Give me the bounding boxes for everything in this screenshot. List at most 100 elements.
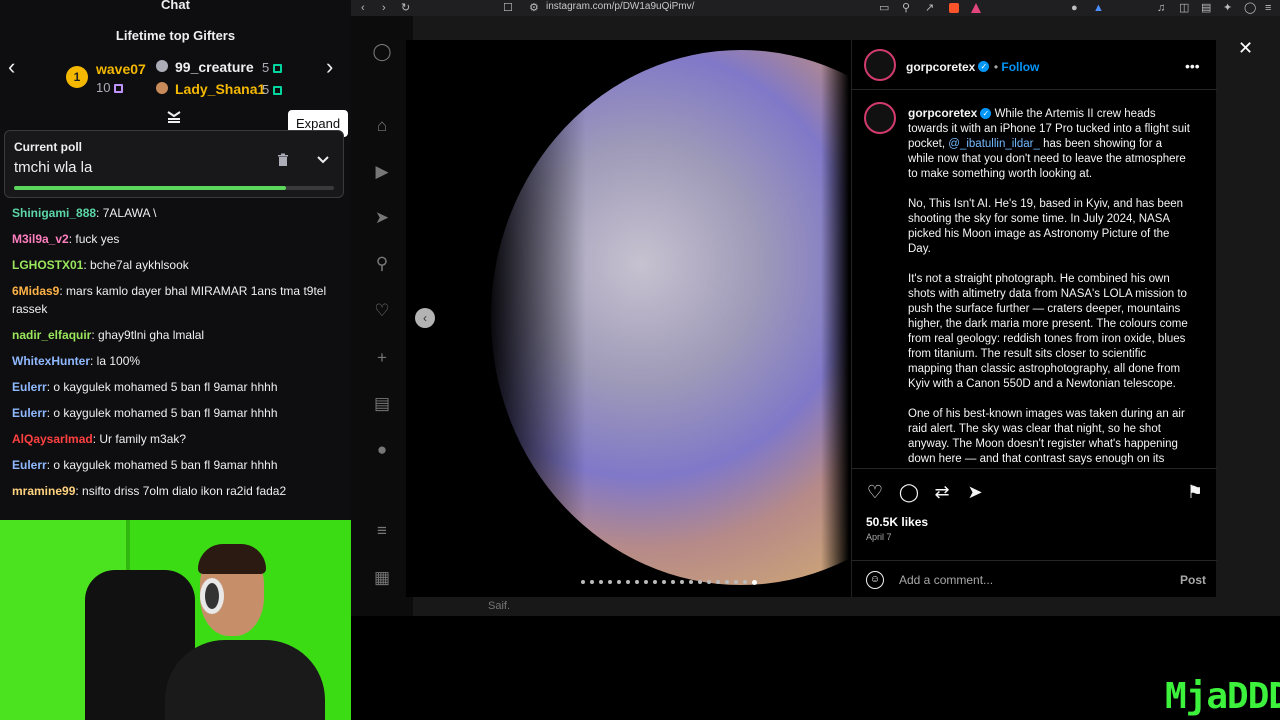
bookmark-icon[interactable]: ☐ — [503, 2, 513, 14]
rank3-medal-icon — [156, 82, 168, 94]
chat-message: LGHOSTX01: bche7al aykhlsook — [0, 252, 351, 278]
sidebar-icon[interactable]: ◫ — [1179, 2, 1189, 14]
comment-bar: ☺ Add a comment... Post — [852, 560, 1217, 597]
chat-username[interactable]: nadir_elfaquir — [12, 328, 91, 342]
close-icon[interactable]: ✕ — [1238, 38, 1253, 59]
extension-icon[interactable]: ▲ — [1093, 2, 1104, 14]
carousel-dot — [725, 580, 729, 584]
follow-button[interactable]: Follow — [1001, 60, 1039, 74]
forward-icon[interactable]: › — [382, 2, 386, 14]
carousel-dot — [653, 580, 657, 584]
search-icon[interactable]: ⚲ — [372, 254, 392, 274]
carousel-dot — [626, 580, 630, 584]
chat-username[interactable]: Eulerr — [12, 406, 47, 420]
prev-arrow-icon[interactable]: ‹ — [8, 56, 15, 78]
next-arrow-icon[interactable]: › — [326, 56, 333, 78]
chat-username[interactable]: mramine99 — [12, 484, 75, 498]
gifter-count: 10 — [96, 80, 124, 95]
instagram-page: ◯ ⌂ ▶ ➤ ⚲ ♡ + ▤ ● ≡ ▦ Saif. ‹ gorpcorete… — [351, 16, 1280, 616]
post-author: gorpcoretex ✓ • Follow — [906, 60, 1040, 74]
address-bar[interactable]: instagram.com/p/DW1a9uQiPmv/ — [546, 1, 694, 12]
messages-icon[interactable]: ➤ — [372, 208, 392, 228]
home-icon[interactable]: ⌂ — [372, 116, 392, 136]
chat-username[interactable]: Shinigami_888 — [12, 206, 96, 220]
caption-paragraph: No, This Isn't AI. He's 19, based in Kyi… — [908, 198, 1184, 255]
trash-icon[interactable] — [276, 153, 290, 167]
post-header: gorpcoretex ✓ • Follow ••• — [852, 40, 1217, 90]
chat-username[interactable]: WhitexHunter — [12, 354, 90, 368]
share-icon[interactable]: ↗ — [925, 2, 934, 14]
more-menu-icon[interactable]: ≡ — [372, 521, 392, 541]
collapse-icon[interactable] — [166, 110, 182, 124]
username[interactable]: gorpcoretex — [906, 60, 975, 74]
create-icon[interactable]: + — [372, 348, 392, 368]
reload-icon[interactable]: ↻ — [401, 2, 410, 14]
gifter-name[interactable]: Lady_Shana1 — [175, 81, 265, 97]
carousel-dot — [707, 580, 711, 584]
zoom-icon[interactable]: ⚲ — [902, 2, 910, 14]
more-options-icon[interactable]: ••• — [1185, 58, 1200, 74]
post-modal: ‹ gorpcoretex ✓ • Follow ••• gorpcoretex ✓… — [406, 40, 1217, 597]
gifter-name[interactable]: wave07 — [96, 61, 146, 77]
share-icon[interactable]: ➤ — [964, 481, 986, 503]
poll-question: tmchi wla la — [14, 159, 93, 176]
chat-username[interactable]: Eulerr — [12, 458, 47, 472]
leo-icon[interactable]: ✦ — [1223, 2, 1232, 14]
headphones — [200, 578, 224, 614]
gifter-name[interactable]: 99_creature — [175, 59, 254, 75]
chevron-down-icon[interactable] — [315, 153, 331, 167]
vpn-icon[interactable]: ◯ — [1244, 2, 1256, 14]
caption-username[interactable]: gorpcoretex — [908, 106, 977, 120]
dashboard-icon[interactable]: ▤ — [372, 394, 392, 414]
comment-input[interactable]: Add a comment... — [899, 573, 993, 587]
comment-icon[interactable]: ◯ — [898, 481, 920, 503]
carousel-dot — [734, 580, 738, 584]
chat-username[interactable]: AlQaysarImad — [12, 432, 93, 446]
poll-label: Current poll — [14, 140, 82, 154]
reels-icon[interactable]: ▶ — [372, 162, 392, 182]
avatar[interactable] — [864, 49, 896, 81]
rewards-icon[interactable] — [971, 3, 981, 13]
chat-text: : o kaygulek mohamed 5 ban fl 9amar hhhh — [46, 458, 278, 472]
gift-icon — [273, 86, 283, 96]
like-heart-icon[interactable]: ♡ — [864, 481, 886, 503]
caption-paragraph: It's not a straight photograph. He combi… — [908, 273, 1188, 390]
repost-icon[interactable]: ⇄ — [931, 481, 953, 503]
chat-message: AlQaysarImad: Ur family m3ak? — [0, 426, 351, 452]
carousel-dot — [743, 580, 747, 584]
carousel-dot — [662, 580, 666, 584]
wallet-icon[interactable]: ▤ — [1201, 2, 1211, 14]
carousel-dot — [581, 580, 585, 584]
post-photo[interactable]: ‹ — [406, 40, 851, 597]
emoji-icon[interactable]: ☺ — [866, 571, 884, 589]
brave-shield-icon[interactable] — [949, 3, 959, 13]
current-poll[interactable]: Current poll tmchi wla la — [4, 130, 344, 198]
extension-icon[interactable]: ● — [1071, 2, 1078, 14]
chat-message: Eulerr: o kaygulek mohamed 5 ban fl 9ama… — [0, 452, 351, 478]
profile-icon[interactable]: ● — [372, 440, 392, 460]
music-icon[interactable]: ♫ — [1157, 2, 1165, 14]
carousel-prev-icon[interactable]: ‹ — [415, 308, 435, 328]
carousel-dot — [752, 580, 757, 585]
post-comment-button[interactable]: Post — [1180, 573, 1206, 587]
site-info-icon[interactable]: ⚙ — [529, 2, 539, 14]
avatar[interactable] — [864, 102, 896, 134]
mention-link[interactable]: @_ibatullin_ildar_ — [948, 138, 1040, 150]
gifter-count: 5 — [262, 60, 283, 75]
post-details-panel: gorpcoretex ✓ • Follow ••• gorpcoretex ✓ W… — [851, 40, 1217, 597]
apps-icon[interactable]: ▦ — [372, 568, 392, 588]
instagram-logo-icon[interactable]: ◯ — [372, 42, 392, 62]
save-bookmark-icon[interactable]: ⚑ — [1184, 481, 1206, 503]
chat-username[interactable]: M3il9a_v2 — [12, 232, 69, 246]
chat-text: : 7ALAWA \ — [96, 206, 157, 220]
carousel-dot — [671, 580, 675, 584]
menu-icon[interactable]: ≡ — [1265, 2, 1271, 14]
chat-text: : o kaygulek mohamed 5 ban fl 9amar hhhh — [46, 380, 278, 394]
likes-count[interactable]: 50.5K likes — [866, 515, 928, 529]
notifications-icon[interactable]: ♡ — [372, 301, 392, 321]
screen-icon[interactable]: ▭ — [879, 2, 889, 14]
back-icon[interactable]: ‹ — [361, 2, 365, 14]
chat-username[interactable]: LGHOSTX01 — [12, 258, 83, 272]
chat-username[interactable]: 6Midas9 — [12, 284, 59, 298]
chat-username[interactable]: Eulerr — [12, 380, 47, 394]
